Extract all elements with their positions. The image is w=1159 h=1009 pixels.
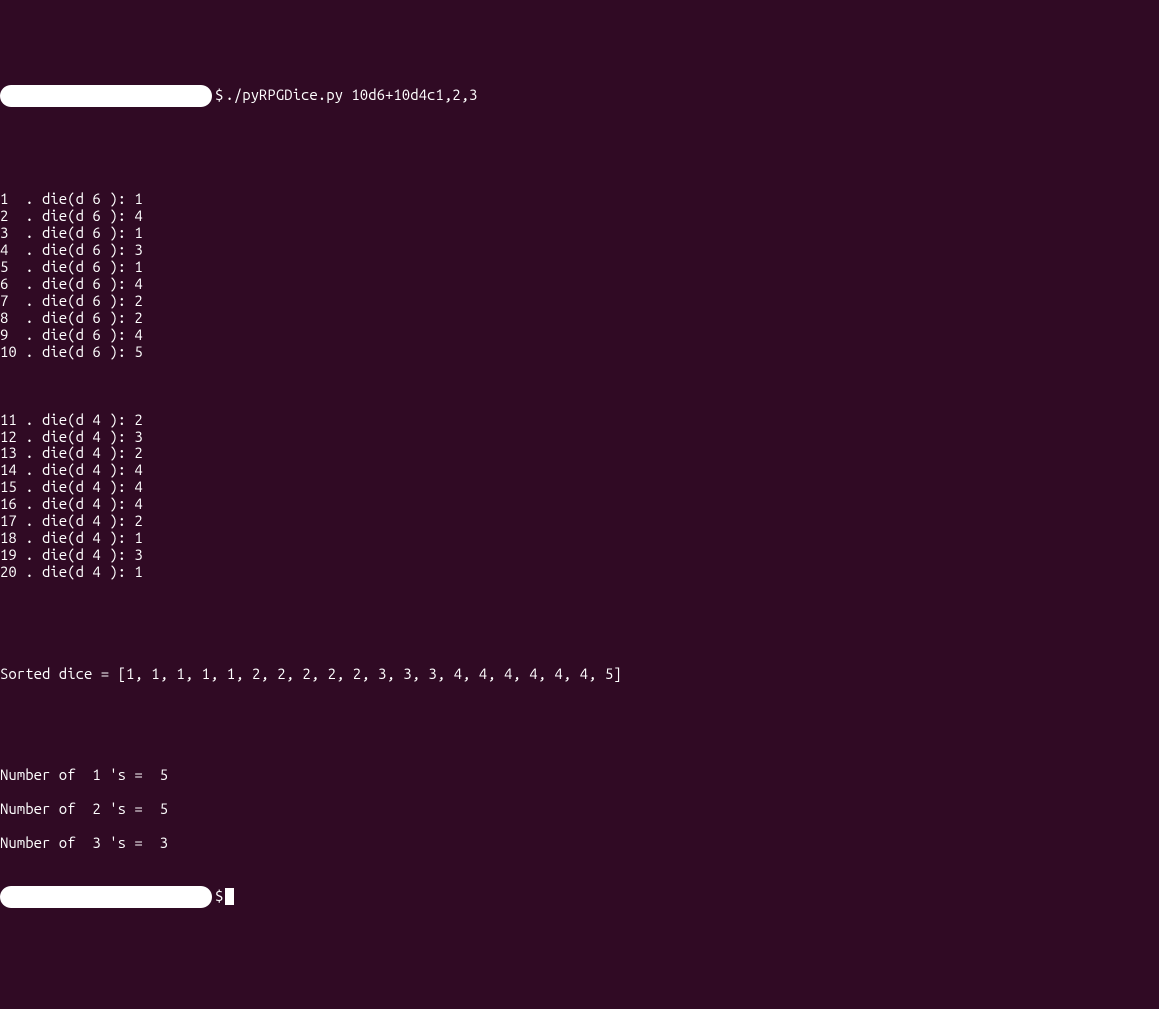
dice-roll-line: 2 . die(d 6 ): 4 [0,208,1159,225]
blank-line [0,784,1159,801]
dice-roll-line: 20 . die(d 4 ): 1 [0,564,1159,581]
terminal-output[interactable]: $ ./pyRPGDice.py 10d6+10d4c1,2,3 1 . die… [0,68,1159,925]
dice-roll-line: 3 . die(d 6 ): 1 [0,225,1159,242]
redacted-hostname [0,886,212,908]
command-text: ./pyRPGDice.py 10d6+10d4c1,2,3 [225,87,477,104]
blank-line [0,124,1159,141]
dice-roll-line: 1 . die(d 6 ): 1 [0,191,1159,208]
blank-line [0,700,1159,717]
count-line: Number of 1 's = 5 [0,767,1159,784]
prompt-symbol: $ [215,87,223,104]
command-prompt-line: $ ./pyRPGDice.py 10d6+10d4c1,2,3 [0,85,1159,107]
dice-roll-line: 12 . die(d 4 ): 3 [0,429,1159,446]
blank-line [0,598,1159,615]
d4-rolls-block: 11 . die(d 4 ): 212 . die(d 4 ): 313 . d… [0,412,1159,581]
blank-line [0,852,1159,869]
dice-roll-line: 8 . die(d 6 ): 2 [0,310,1159,327]
blank-line [0,632,1159,649]
dice-roll-line: 4 . die(d 6 ): 3 [0,242,1159,259]
blank-line [0,378,1159,395]
sorted-label: Sorted dice = [0,665,118,682]
dice-roll-line: 11 . die(d 4 ): 2 [0,412,1159,429]
cursor-icon [225,888,234,905]
dice-roll-line: 13 . die(d 4 ): 2 [0,445,1159,462]
dice-roll-line: 19 . die(d 4 ): 3 [0,547,1159,564]
prompt-symbol: $ [215,888,223,905]
redacted-hostname [0,85,212,107]
sorted-values: [1, 1, 1, 1, 1, 2, 2, 2, 2, 2, 3, 3, 3, … [118,665,622,682]
blank-line [0,818,1159,835]
dice-roll-line: 14 . die(d 4 ): 4 [0,462,1159,479]
dice-roll-line: 5 . die(d 6 ): 1 [0,259,1159,276]
count-line: Number of 2 's = 5 [0,801,1159,818]
dice-roll-line: 7 . die(d 6 ): 2 [0,293,1159,310]
dice-roll-line: 6 . die(d 6 ): 4 [0,276,1159,293]
blank-line [0,158,1159,175]
dice-roll-line: 15 . die(d 4 ): 4 [0,479,1159,496]
dice-roll-line: 10 . die(d 6 ): 5 [0,344,1159,361]
dice-roll-line: 9 . die(d 6 ): 4 [0,327,1159,344]
sorted-dice-line: Sorted dice = [1, 1, 1, 1, 1, 2, 2, 2, 2… [0,666,1159,683]
next-prompt-line[interactable]: $ [0,886,1159,908]
dice-roll-line: 16 . die(d 4 ): 4 [0,496,1159,513]
counts-block: Number of 1 's = 5 Number of 2 's = 5 Nu… [0,767,1159,869]
count-line: Number of 3 's = 3 [0,835,1159,852]
dice-roll-line: 17 . die(d 4 ): 2 [0,513,1159,530]
d6-rolls-block: 1 . die(d 6 ): 12 . die(d 6 ): 43 . die(… [0,191,1159,360]
blank-line [0,733,1159,750]
dice-roll-line: 18 . die(d 4 ): 1 [0,530,1159,547]
